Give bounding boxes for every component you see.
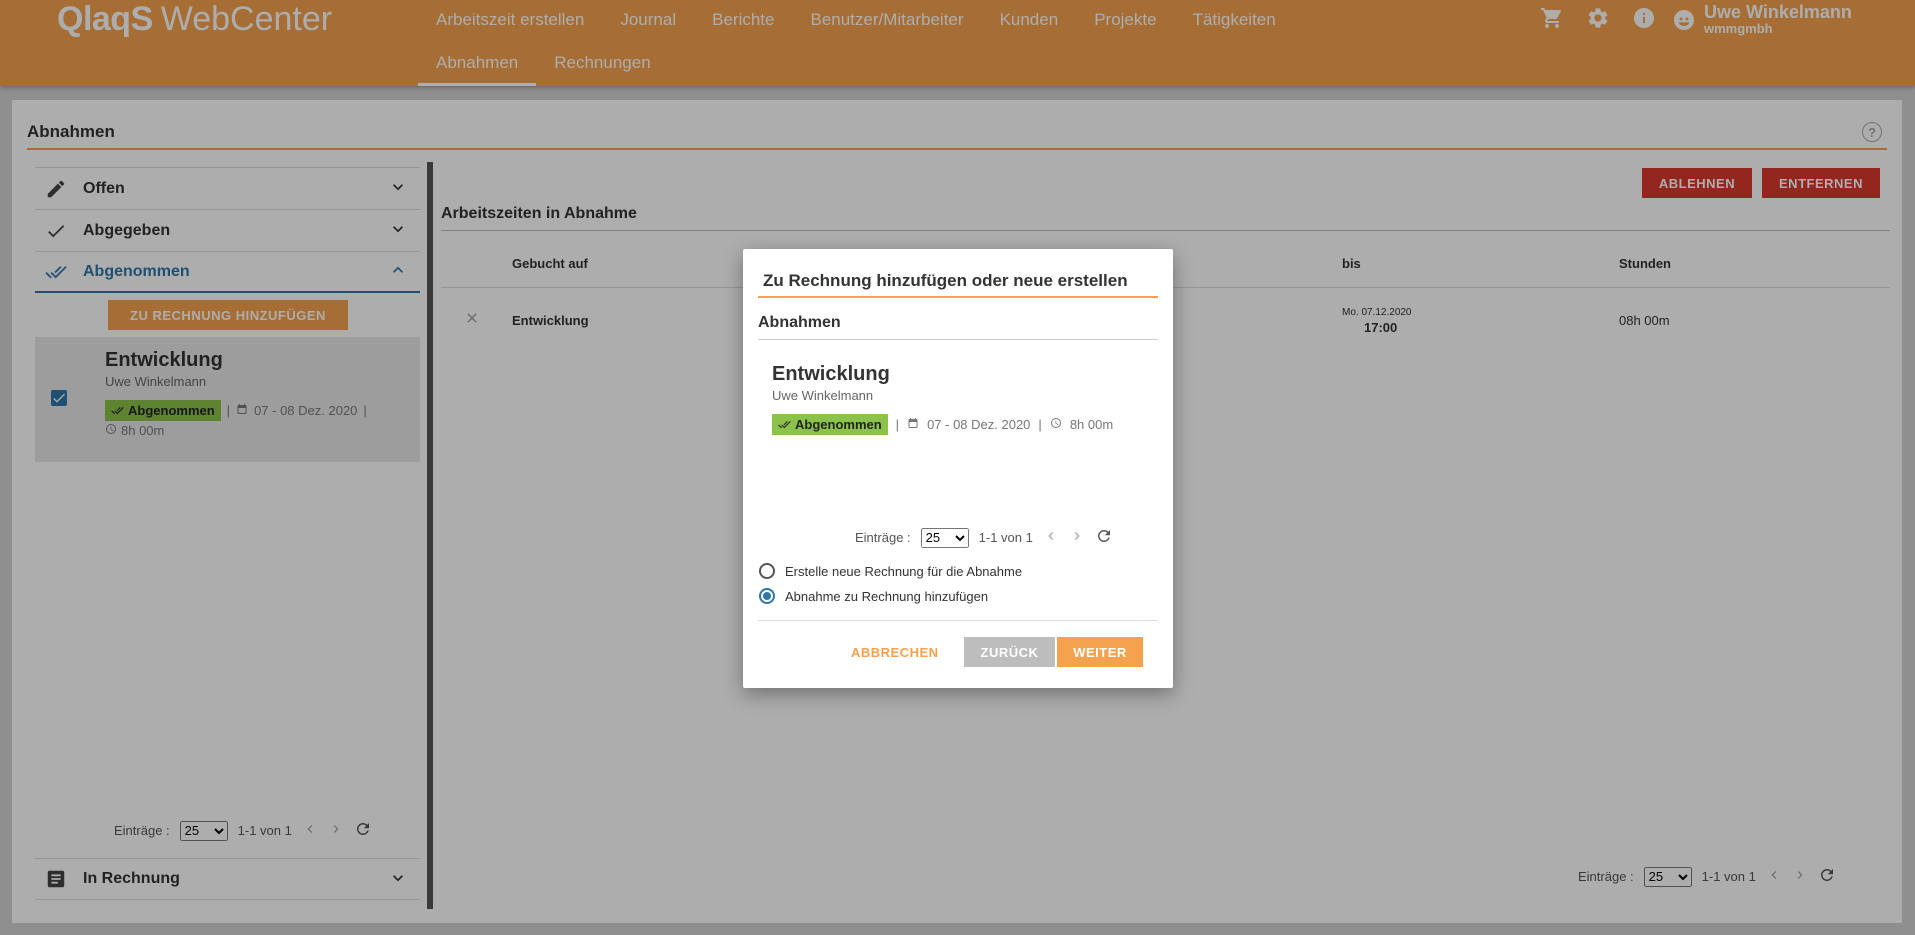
cancel-button[interactable]: ABBRECHEN xyxy=(845,637,941,667)
calendar-icon xyxy=(907,417,919,432)
invoice-dialog: Zu Rechnung hinzufügen oder neue erstell… xyxy=(743,249,1173,688)
dialog-title: Zu Rechnung hinzufügen oder neue erstell… xyxy=(763,271,1128,290)
separator: | xyxy=(895,417,900,432)
pager-label: Einträge : xyxy=(855,530,911,545)
dialog-item-duration: 8h 00m xyxy=(1069,417,1114,432)
status-badge-label: Abgenommen xyxy=(795,417,882,432)
radio-label: Abnahme zu Rechnung hinzufügen xyxy=(785,588,989,604)
double-check-icon xyxy=(778,421,791,429)
radio-label: Erstelle neue Rechnung für die Abnahme xyxy=(785,563,1023,579)
clock-icon xyxy=(1050,417,1062,432)
page-size-select[interactable]: 25 xyxy=(920,527,969,548)
back-button[interactable]: ZURÜCK xyxy=(964,637,1055,667)
chevron-left-icon[interactable] xyxy=(1043,528,1059,547)
chevron-right-icon[interactable] xyxy=(1069,528,1085,547)
separator: | xyxy=(1038,417,1042,432)
radio-button[interactable] xyxy=(759,588,775,604)
radio-button[interactable] xyxy=(759,563,775,579)
dialog-item-title: Entwicklung xyxy=(772,363,890,385)
next-button[interactable]: WEITER xyxy=(1057,637,1143,667)
dialog-subtitle-divider xyxy=(758,339,1158,340)
status-badge: Abgenommen xyxy=(772,414,888,435)
dialog-item-meta: Abgenommen | 07 - 08 Dez. 2020 | 8h 00m xyxy=(772,414,1113,435)
refresh-icon[interactable] xyxy=(1095,527,1113,548)
dialog-footer-divider xyxy=(758,620,1158,621)
dialog-item-user: Uwe Winkelmann xyxy=(772,388,874,403)
dialog-pager: Einträge : 25 1-1 von 1 xyxy=(855,527,1113,548)
pager-range: 1-1 von 1 xyxy=(978,530,1033,545)
radio-new-invoice[interactable]: Erstelle neue Rechnung für die Abnahme xyxy=(759,563,1022,579)
dialog-title-divider xyxy=(758,296,1158,298)
radio-add-to-invoice[interactable]: Abnahme zu Rechnung hinzufügen xyxy=(759,588,988,604)
dialog-subtitle: Abnahmen xyxy=(758,314,841,331)
dialog-item-date-range: 07 - 08 Dez. 2020 xyxy=(927,417,1031,432)
